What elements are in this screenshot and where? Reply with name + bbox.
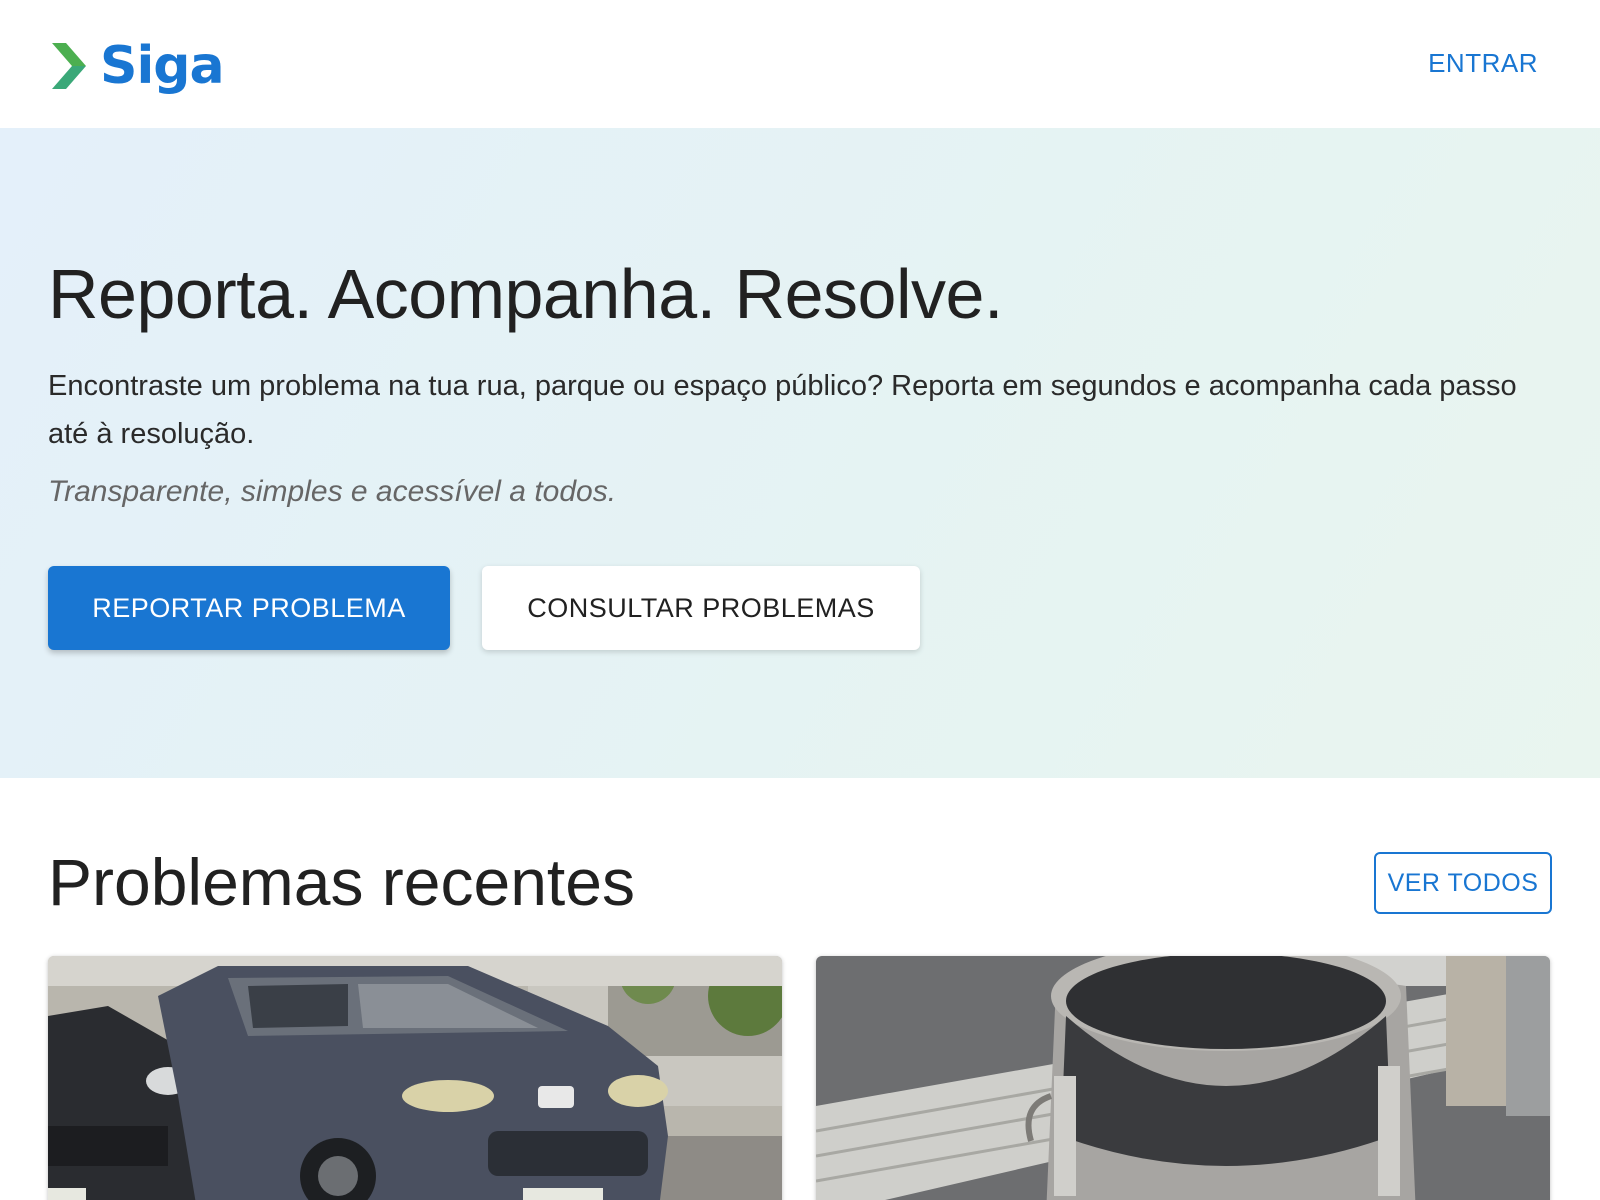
view-all-button[interactable]: VER TODOS xyxy=(1374,852,1552,914)
hero-description: Encontraste um problema na tua rua, parq… xyxy=(48,370,1517,450)
browse-problems-button[interactable]: CONSULTAR PROBLEMAS xyxy=(482,566,920,650)
problem-card[interactable] xyxy=(816,956,1550,1200)
siga-logo[interactable]: Siga xyxy=(48,34,225,98)
hero-tagline: Transparente, simples e acessível a todo… xyxy=(48,475,617,508)
login-button[interactable]: ENTRAR xyxy=(1428,47,1538,79)
hero-title: Reporta. Acompanha. Resolve. xyxy=(48,255,1003,333)
logo-text: Siga xyxy=(100,36,225,96)
recent-problems-title: Problemas recentes xyxy=(48,845,635,919)
hero-section: Reporta. Acompanha. Resolve. Encontraste… xyxy=(0,128,1600,778)
report-problem-button[interactable]: REPORTAR PROBLEMA xyxy=(48,566,450,650)
problem-card[interactable] xyxy=(48,956,782,1200)
problem-card-image xyxy=(48,956,782,1200)
top-app-bar: Siga ENTRAR xyxy=(0,0,1600,128)
problem-card-image xyxy=(816,956,1550,1200)
chevron-right-icon xyxy=(48,39,88,93)
